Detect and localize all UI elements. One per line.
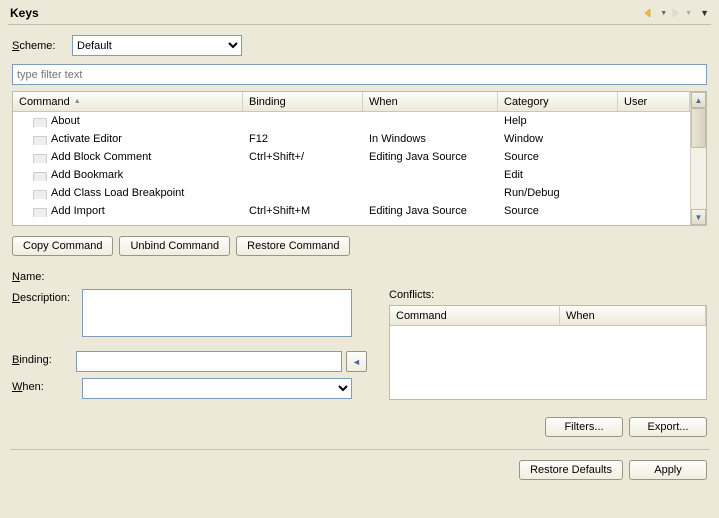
cell-command: Add Class Load Breakpoint bbox=[13, 187, 243, 199]
filter-input[interactable] bbox=[12, 64, 707, 85]
apply-button[interactable]: Apply bbox=[629, 460, 707, 480]
table-row[interactable]: Add ImportCtrl+Shift+MEditing Java Sourc… bbox=[13, 202, 690, 220]
binding-input[interactable] bbox=[76, 351, 342, 372]
cell-binding: F12 bbox=[243, 133, 363, 145]
cell-category: Window bbox=[498, 133, 618, 145]
binding-label: Binding: bbox=[12, 351, 76, 366]
table-row[interactable]: About Help bbox=[13, 112, 690, 130]
forward-icon[interactable] bbox=[669, 6, 683, 20]
table-row[interactable]: Activate EditorF12In WindowsWindow bbox=[13, 130, 690, 148]
back-icon[interactable] bbox=[644, 6, 658, 20]
cell-category: Edit bbox=[498, 169, 618, 181]
back-dropdown-icon[interactable]: ▼ bbox=[660, 10, 667, 17]
name-label: Name: bbox=[12, 268, 82, 283]
column-header-user[interactable]: User bbox=[618, 92, 690, 111]
cell-command: Add Bookmark bbox=[13, 169, 243, 181]
cell-command: Add Import bbox=[13, 205, 243, 217]
unbind-command-button[interactable]: Unbind Command bbox=[119, 236, 230, 256]
cell-command: Add Block Comment bbox=[13, 151, 243, 163]
table-row[interactable]: Add Bookmark Edit bbox=[13, 166, 690, 184]
nav-icons: ▼ ▼ ▼ bbox=[644, 6, 709, 20]
column-header-category[interactable]: Category bbox=[498, 92, 618, 111]
when-select[interactable] bbox=[82, 378, 352, 399]
cell-when: Editing Java Source bbox=[363, 205, 498, 217]
scroll-up-icon[interactable]: ▲ bbox=[691, 92, 706, 108]
cell-command: About bbox=[13, 115, 243, 127]
column-header-command[interactable]: Command bbox=[13, 92, 243, 111]
cell-command: Activate Editor bbox=[13, 133, 243, 145]
scroll-down-icon[interactable]: ▼ bbox=[691, 209, 706, 225]
cell-when: Editing Java Source bbox=[363, 151, 498, 163]
cell-category: Run/Debug bbox=[498, 187, 618, 199]
conflicts-column-command[interactable]: Command bbox=[390, 306, 560, 325]
conflicts-label: Conflicts: bbox=[389, 289, 707, 301]
keys-table: Command Binding When Category User About… bbox=[12, 91, 707, 226]
scheme-label: Scheme: bbox=[12, 40, 72, 52]
when-label: When: bbox=[12, 378, 82, 393]
page-title: Keys bbox=[10, 6, 39, 20]
cell-category: Help bbox=[498, 115, 618, 127]
cell-category: Source bbox=[498, 205, 618, 217]
conflicts-table: Command When bbox=[389, 305, 707, 400]
export-button[interactable]: Export... bbox=[629, 417, 707, 437]
scheme-select[interactable]: Default bbox=[72, 35, 242, 56]
table-row[interactable]: Add Block CommentCtrl+Shift+/Editing Jav… bbox=[13, 148, 690, 166]
forward-dropdown-icon[interactable]: ▼ bbox=[685, 10, 692, 17]
cell-category: Source bbox=[498, 151, 618, 163]
scrollbar[interactable]: ▲ ▼ bbox=[690, 92, 706, 225]
menu-dropdown-icon[interactable]: ▼ bbox=[700, 8, 709, 18]
cell-when: In Windows bbox=[363, 133, 498, 145]
binding-helper-button[interactable]: ◄ bbox=[346, 351, 367, 372]
cell-binding: Ctrl+Shift+M bbox=[243, 205, 363, 217]
table-row[interactable]: Add Class Load Breakpoint Run/Debug bbox=[13, 184, 690, 202]
filters-button[interactable]: Filters... bbox=[545, 417, 623, 437]
restore-defaults-button[interactable]: Restore Defaults bbox=[519, 460, 623, 480]
description-label: Description: bbox=[12, 289, 82, 304]
copy-command-button[interactable]: Copy Command bbox=[12, 236, 113, 256]
conflicts-column-when[interactable]: When bbox=[560, 306, 706, 325]
column-header-when[interactable]: When bbox=[363, 92, 498, 111]
restore-command-button[interactable]: Restore Command bbox=[236, 236, 350, 256]
column-header-binding[interactable]: Binding bbox=[243, 92, 363, 111]
cell-binding: Ctrl+Shift+/ bbox=[243, 151, 363, 163]
description-field[interactable] bbox=[82, 289, 352, 337]
scroll-thumb[interactable] bbox=[691, 108, 706, 148]
